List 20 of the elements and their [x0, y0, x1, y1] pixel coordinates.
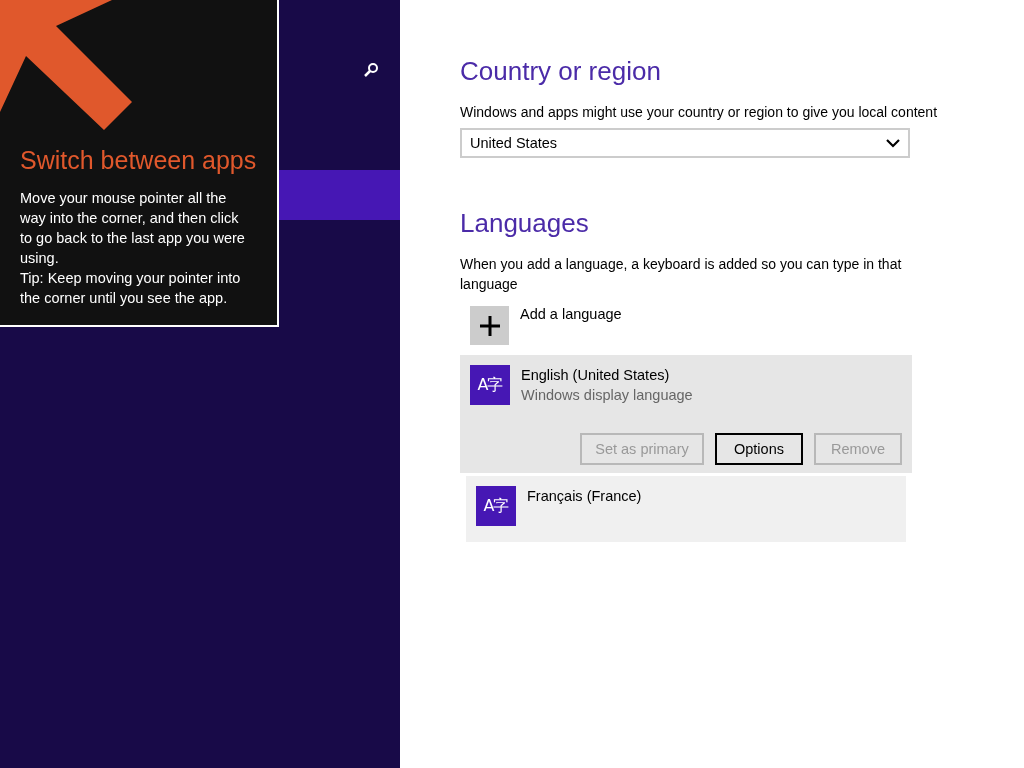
tip-title: Switch between apps	[20, 146, 257, 175]
language-detail: Windows display language	[521, 386, 693, 405]
section-heading: Country or region	[460, 55, 662, 88]
language-icon: A字	[476, 486, 516, 526]
language-name: Français (France)	[527, 487, 642, 506]
description-text: Windows and apps might use your country or region to give you local content	[460, 103, 939, 122]
tip-text: Move your mouse pointer all the way into the corner, and then click to go back to the last app you were using.	[20, 189, 246, 268]
search-icon[interactable]	[363, 62, 379, 78]
action-button[interactable]: Options	[715, 433, 803, 465]
language-icon: A字	[470, 365, 510, 405]
chevron-icon	[886, 138, 900, 148]
plus-icon	[479, 315, 500, 336]
description-text: When you add a language, a keyboard is added so you can type in that language	[460, 255, 903, 294]
tip-text: Tip: Keep moving your pointer into the corner until you see the app.	[20, 269, 242, 308]
arrow-icon	[0, 0, 132, 132]
section-heading: Languages	[460, 207, 590, 240]
language-name: English (United States)	[521, 366, 671, 385]
language-item[interactable]: A字 Français (France)	[466, 476, 906, 542]
add-language-button[interactable]: Add a language	[470, 306, 912, 345]
country-dropdown[interactable]: United States	[460, 128, 910, 158]
